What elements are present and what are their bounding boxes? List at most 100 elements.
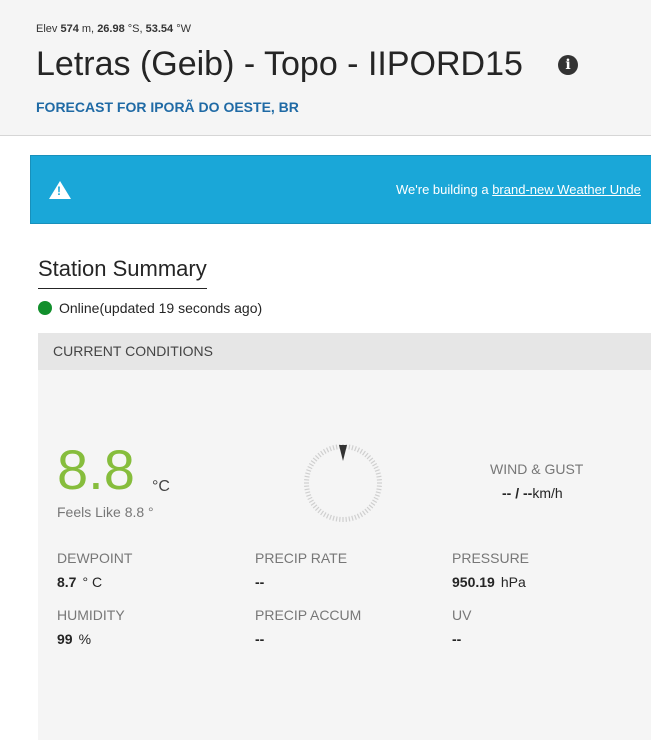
compass-tick: [320, 510, 324, 516]
temperature-value: 8.8: [57, 438, 135, 501]
compass-tick: [312, 457, 318, 462]
compass-tick: [314, 506, 320, 512]
online-status-text: Online(updated 19 seconds ago): [59, 300, 263, 316]
precip-accum-label: PRECIP ACCUM: [255, 607, 362, 623]
compass-tick: [312, 504, 318, 509]
compass-tick: [308, 462, 314, 467]
compass-tick: [364, 452, 369, 458]
compass-tick: [317, 452, 322, 458]
lon-unit: °W: [176, 23, 192, 35]
uv-label: UV: [452, 607, 472, 623]
forecast-link[interactable]: FORECAST FOR IPORÃ DO OESTE, BR: [36, 99, 299, 115]
compass-tick: [372, 462, 378, 467]
compass-tick: [329, 514, 332, 520]
compass-tick: [325, 513, 330, 519]
compass-tick: [332, 445, 335, 451]
compass-tick: [354, 446, 357, 452]
banner-link[interactable]: brand-new Weather Unde: [492, 182, 641, 197]
compass-tick: [310, 502, 316, 506]
compass-tick: [317, 508, 322, 514]
banner-text: We're building a brand-new Weather Unde: [396, 182, 641, 197]
dewpoint-value: 8.7 ° C: [57, 574, 102, 590]
precip-accum-number: --: [255, 631, 265, 647]
station-title: Letras (Geib) - Topo - IIPORD15: [36, 45, 523, 83]
lon-value: 53.54: [145, 23, 174, 35]
compass-tick: [368, 457, 374, 462]
temperature-unit: °C: [152, 478, 170, 495]
pressure-unit: hPa: [500, 574, 526, 590]
elev-prefix: Elev: [36, 23, 58, 35]
compass-tick: [372, 499, 378, 504]
precip-rate-label: PRECIP RATE: [255, 550, 348, 566]
precip-accum-value: --: [255, 631, 264, 647]
compass-tick: [359, 448, 364, 454]
compass-tick: [308, 499, 314, 504]
online-status-icon: [38, 301, 52, 315]
compass-tick: [306, 494, 312, 497]
wind-direction-pointer-icon: [339, 445, 347, 461]
feels-like: Feels Like 8.8 °: [57, 504, 154, 520]
pressure-value: 950.19 hPa: [452, 574, 526, 590]
compass-tick: [335, 516, 338, 522]
compass-tick: [348, 516, 351, 522]
compass-tick: [374, 494, 380, 497]
compass-tick: [307, 496, 313, 501]
compass-tick: [332, 515, 335, 521]
humidity-value: 99%: [57, 631, 91, 647]
station-summary-heading: Station Summary: [38, 256, 207, 289]
compass-tick: [375, 491, 381, 494]
compass-tick: [305, 472, 311, 475]
wind-gust-number: -- / --: [502, 485, 533, 501]
humidity-unit: %: [78, 631, 92, 647]
info-icon[interactable]: i: [558, 55, 578, 75]
lat-unit: °S,: [127, 23, 143, 35]
compass-tick: [373, 496, 379, 501]
compass-tick: [322, 448, 327, 454]
pressure-label: PRESSURE: [452, 550, 530, 566]
compass-tick: [370, 502, 376, 506]
warning-icon: [49, 181, 71, 199]
compass-tick: [366, 506, 372, 512]
compass-tick: [376, 475, 382, 478]
compass-tick: [376, 488, 382, 491]
banner-text-prefix: We're building a: [396, 182, 489, 197]
uv-value: --: [452, 631, 461, 647]
lat-value: 26.98: [97, 23, 125, 35]
compass-tick: [356, 513, 361, 519]
wind-gust-label: WIND & GUST: [490, 461, 584, 477]
compass-tick: [304, 475, 310, 478]
dewpoint-number: 8.7: [57, 574, 77, 590]
compass-tick: [356, 447, 361, 453]
humidity-label: HUMIDITY: [57, 607, 125, 623]
compass-tick: [354, 514, 357, 520]
compass-tick: [304, 488, 310, 491]
dewpoint-label: DEWPOINT: [57, 550, 133, 566]
compass-tick: [370, 460, 376, 464]
compass-tick: [329, 446, 332, 452]
compass-tick: [307, 465, 313, 470]
precip-rate-value: --: [255, 574, 264, 590]
compass-tick: [310, 460, 316, 464]
compass-tick: [348, 444, 351, 450]
compass-tick: [362, 450, 366, 456]
compass-tick: [306, 469, 312, 472]
uv-number: --: [452, 631, 462, 647]
compass-tick: [322, 512, 327, 518]
compass-tick: [373, 465, 379, 470]
humidity-number: 99: [57, 631, 73, 647]
elev-value: 574: [60, 23, 79, 35]
elev-unit: m,: [81, 23, 95, 35]
wind-compass-icon: [304, 444, 382, 522]
elevation-coordinates: Elev 574 m, 26.98 °S, 53.54 °W: [36, 23, 191, 35]
compass-tick: [351, 445, 354, 451]
compass-tick: [351, 515, 354, 521]
compass-tick: [375, 472, 381, 475]
wind-gust-value: -- / --km/h: [502, 485, 563, 501]
wind-gust-unit: km/h: [532, 485, 563, 501]
compass-tick: [305, 491, 311, 494]
precip-rate-number: --: [255, 574, 265, 590]
pressure-number: 950.19: [452, 574, 495, 590]
compass-tick: [359, 512, 364, 518]
compass-tick: [368, 504, 374, 509]
compass-tick: [366, 454, 372, 460]
